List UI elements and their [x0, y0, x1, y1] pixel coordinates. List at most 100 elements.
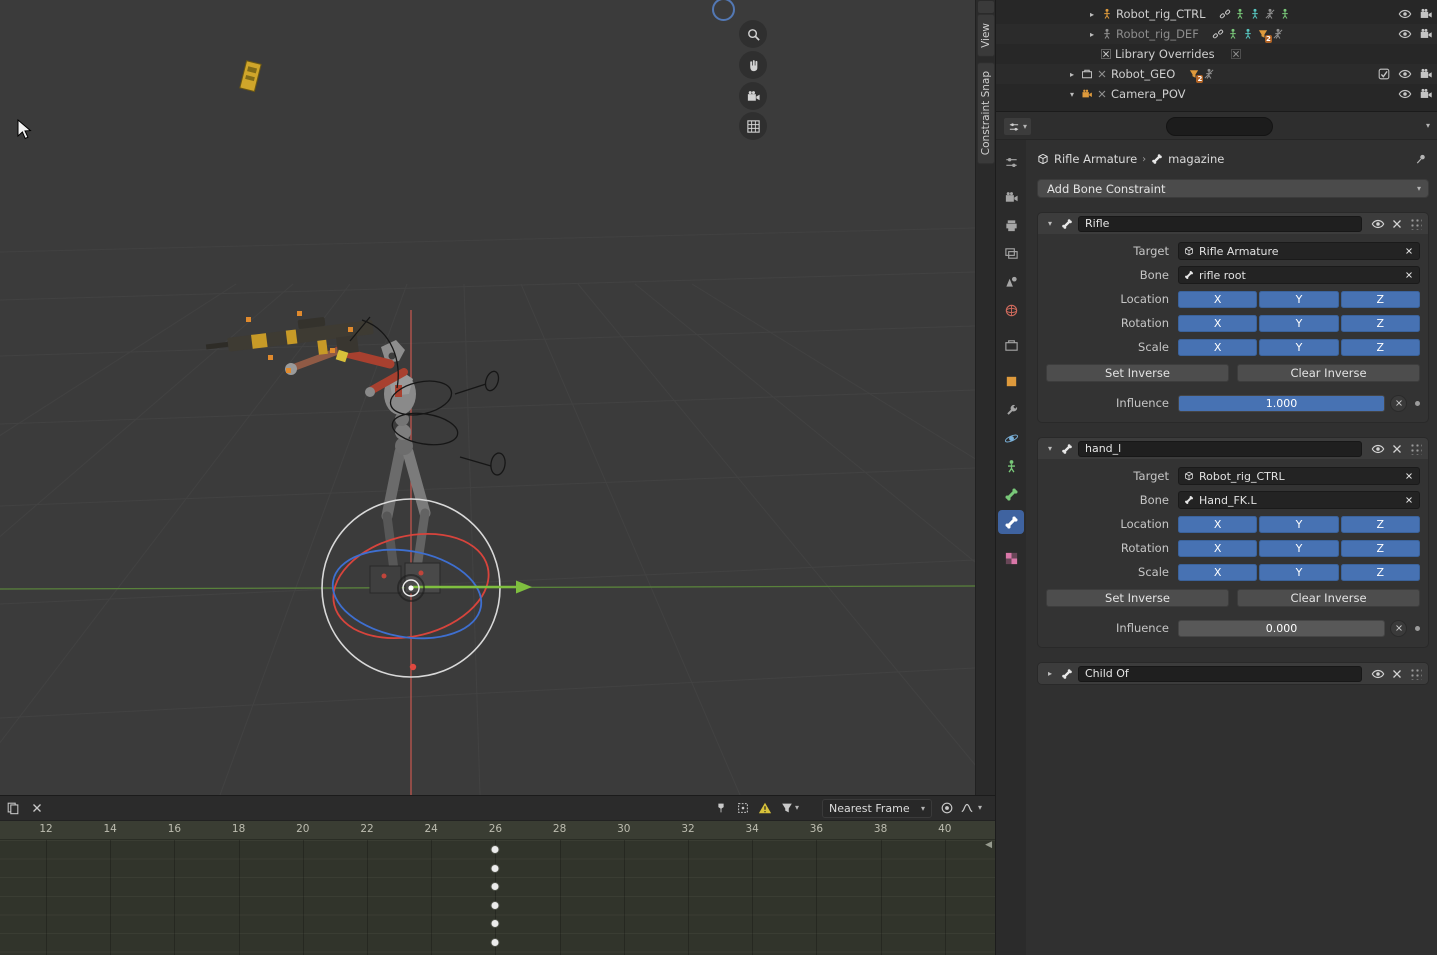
- expand-arrow-icon[interactable]: ▸: [1066, 70, 1078, 79]
- frame-label[interactable]: 32: [681, 823, 694, 835]
- hide-viewport-eye-icon[interactable]: [1398, 87, 1412, 101]
- clear-x-icon[interactable]: [1404, 270, 1414, 280]
- zoom-button[interactable]: [739, 20, 767, 48]
- interpolation-curve-icon[interactable]: [960, 801, 974, 815]
- pin-icon[interactable]: [1415, 153, 1427, 165]
- outliner-row-camera-pov[interactable]: ▾ Camera_POV: [996, 84, 1437, 104]
- frame-label[interactable]: 16: [168, 823, 181, 835]
- keyframe-dot[interactable]: [491, 864, 499, 872]
- frame-label[interactable]: 26: [489, 823, 502, 835]
- tab-bone[interactable]: [998, 482, 1024, 506]
- delete-x-icon[interactable]: [1390, 442, 1404, 456]
- editor-type-icon[interactable]: [6, 801, 20, 815]
- clear-inverse-button[interactable]: Clear Inverse: [1237, 364, 1420, 382]
- outliner-item-label[interactable]: Robot_GEO: [1111, 67, 1175, 81]
- pose-mode-icon[interactable]: [1279, 8, 1291, 20]
- mute-eye-icon[interactable]: [1371, 217, 1385, 231]
- outliner-item-label[interactable]: Robot_rig_CTRL: [1116, 7, 1206, 21]
- animate-decorator[interactable]: [1415, 400, 1420, 406]
- collapse-arrow-icon[interactable]: ▾: [1044, 444, 1056, 453]
- robot-character[interactable]: [204, 311, 506, 594]
- rotation-z-toggle[interactable]: Z: [1340, 539, 1420, 557]
- tab-bone-constraints[interactable]: [998, 510, 1024, 534]
- playhead-snap-icon[interactable]: [714, 801, 728, 815]
- target-field[interactable]: Robot_rig_CTRL: [1178, 467, 1420, 485]
- frame-label[interactable]: 14: [104, 823, 117, 835]
- constraint-name-field[interactable]: Rifle: [1078, 215, 1362, 232]
- expand-arrow-icon[interactable]: ▸: [1086, 10, 1098, 19]
- ortho-toggle-button[interactable]: [739, 112, 767, 140]
- constraint-header[interactable]: ▾ Rifle: [1038, 213, 1428, 234]
- frame-label[interactable]: 18: [232, 823, 245, 835]
- outliner-item-label[interactable]: Library Overrides: [1115, 47, 1215, 61]
- location-z-toggle[interactable]: Z: [1340, 290, 1420, 308]
- clear-x-icon[interactable]: [1404, 246, 1414, 256]
- mute-eye-icon[interactable]: [1371, 442, 1385, 456]
- chevron-down-icon[interactable]: ▾: [978, 804, 982, 812]
- disable-render-camera-icon[interactable]: [1419, 7, 1433, 21]
- timeline-channels[interactable]: ◀: [0, 840, 995, 955]
- collapse-arrow-icon[interactable]: ▾: [1066, 90, 1078, 99]
- rotation-x-toggle[interactable]: X: [1178, 314, 1258, 332]
- bone-field[interactable]: rifle root: [1178, 266, 1420, 284]
- scale-z-toggle[interactable]: Z: [1340, 338, 1420, 356]
- pan-button[interactable]: [739, 51, 767, 79]
- drag-handle-icon[interactable]: [1409, 442, 1422, 455]
- outliner-row-robot-rig-def[interactable]: ▸ Robot_rig_DEF 2: [996, 24, 1437, 44]
- location-y-toggle[interactable]: Y: [1259, 290, 1339, 308]
- tab-view[interactable]: View: [977, 14, 995, 57]
- camera-view-button[interactable]: [739, 82, 767, 110]
- rotation-y-toggle[interactable]: Y: [1259, 314, 1339, 332]
- auto-keying-icon[interactable]: [940, 801, 954, 815]
- frame-label[interactable]: 30: [617, 823, 630, 835]
- clear-influence-button[interactable]: [1390, 394, 1407, 412]
- expand-arrow-icon[interactable]: ▸: [1044, 669, 1056, 678]
- sidebar-grip[interactable]: [978, 1, 994, 13]
- frame-label[interactable]: 12: [39, 823, 52, 835]
- location-x-toggle[interactable]: X: [1178, 515, 1258, 533]
- rotation-y-toggle[interactable]: Y: [1259, 539, 1339, 557]
- drag-handle-icon[interactable]: [1409, 217, 1422, 230]
- outliner-row-library-overrides[interactable]: Library Overrides: [996, 44, 1437, 64]
- tab-collection[interactable]: [998, 333, 1024, 357]
- hide-viewport-eye-icon[interactable]: [1398, 7, 1412, 21]
- clear-x-icon[interactable]: [1404, 495, 1414, 505]
- tab-object[interactable]: [998, 369, 1024, 393]
- frame-label[interactable]: 20: [296, 823, 309, 835]
- mute-eye-icon[interactable]: [1371, 667, 1385, 681]
- breadcrumb-object[interactable]: Rifle Armature: [1054, 152, 1137, 166]
- breadcrumb-bone[interactable]: magazine: [1168, 152, 1224, 166]
- filter-funnel-icon[interactable]: [780, 801, 794, 815]
- set-inverse-button[interactable]: Set Inverse: [1046, 589, 1229, 607]
- clear-influence-button[interactable]: [1390, 619, 1407, 637]
- timeline-ruler[interactable]: 12 14 16 18 20 22 24 26 28 30 32 34 36 38 40: [0, 821, 995, 840]
- tab-physics[interactable]: [998, 426, 1024, 450]
- delete-x-icon[interactable]: [1390, 217, 1404, 231]
- influence-slider[interactable]: 1.000: [1178, 394, 1385, 412]
- excluded-icon[interactable]: [1272, 28, 1284, 40]
- constraint-header[interactable]: ▸ Child Of: [1038, 663, 1428, 684]
- options-chevron-icon[interactable]: ▾: [1426, 122, 1430, 130]
- drag-handle-icon[interactable]: [1409, 667, 1422, 680]
- disable-render-camera-icon[interactable]: [1419, 87, 1433, 101]
- constraint-name-field[interactable]: Child Of: [1078, 665, 1362, 682]
- pose-icon[interactable]: [1234, 8, 1246, 20]
- tab-texture[interactable]: [998, 546, 1024, 570]
- keyframe-dot[interactable]: [491, 846, 499, 853]
- keyframe-dot[interactable]: [491, 920, 499, 928]
- tab-object-data[interactable]: [998, 454, 1024, 478]
- scale-x-toggle[interactable]: X: [1178, 563, 1258, 581]
- close-x-icon[interactable]: [30, 801, 44, 815]
- timeline-scroll-arrow-icon[interactable]: ◀: [985, 840, 992, 850]
- tab-world[interactable]: [998, 298, 1024, 322]
- animate-decorator[interactable]: [1415, 625, 1420, 631]
- set-inverse-button[interactable]: Set Inverse: [1046, 364, 1229, 382]
- outliner-row-robot-rig-ctrl[interactable]: ▸ Robot_rig_CTRL: [996, 4, 1437, 24]
- exclude-checkbox-icon[interactable]: [1377, 67, 1391, 81]
- influence-slider[interactable]: 0.000: [1178, 619, 1385, 637]
- outliner-row-robot-geo[interactable]: ▸ Robot_GEO 2: [996, 64, 1437, 84]
- keyframe-dot[interactable]: [491, 901, 499, 909]
- scale-y-toggle[interactable]: Y: [1259, 338, 1339, 356]
- tab-output[interactable]: [998, 213, 1024, 237]
- armature-data-icon[interactable]: [1249, 8, 1261, 20]
